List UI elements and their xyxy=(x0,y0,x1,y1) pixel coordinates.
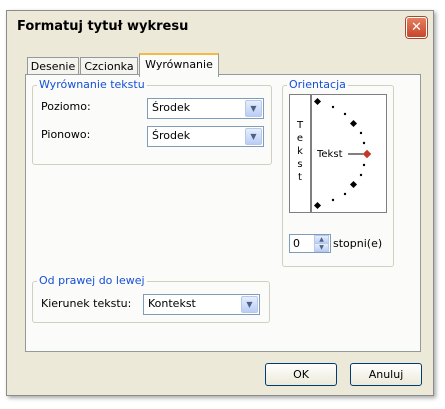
rtl-legend: Od prawej do lewej xyxy=(37,274,147,287)
horizontal-value: Środek xyxy=(152,101,191,114)
horizontal-select[interactable]: Środek ▼ xyxy=(147,98,264,119)
text-alignment-legend: Wyrównanie tekstu xyxy=(37,78,147,91)
chevron-down-icon[interactable]: ▼ xyxy=(314,243,329,252)
orientation-dial[interactable]: Tekst xyxy=(311,94,387,213)
close-icon: ✕ xyxy=(411,20,422,35)
degrees-spinner[interactable]: 0 ▲ ▼ xyxy=(289,234,331,253)
vertical-select[interactable]: Środek ▼ xyxy=(147,126,264,147)
vertical-text: T e k s t xyxy=(296,120,304,183)
ok-button[interactable]: OK xyxy=(265,363,337,386)
chevron-down-icon[interactable]: ▼ xyxy=(245,128,262,145)
chevron-down-icon[interactable]: ▼ xyxy=(245,100,262,117)
dialog-title: Formatuj tytuł wykresu xyxy=(17,19,189,34)
tab-wyrownanie[interactable]: Wyrównanie xyxy=(139,53,219,77)
tab-czcionka[interactable]: Czcionka xyxy=(80,57,138,75)
text-alignment-group: Wyrównanie tekstu Poziomo: Środek ▼ Pion… xyxy=(32,78,272,165)
degrees-label: stopni(e) xyxy=(333,237,383,250)
dialog-window: Formatuj tytuł wykresu ✕ Desenie Czcionk… xyxy=(6,10,434,396)
orientation-group: Orientacja T e k s t Tekst 0 ▲ ▼ stopni(… xyxy=(282,78,394,267)
direction-label: Kierunek tekstu: xyxy=(41,297,132,310)
tab-label: Desenie xyxy=(30,60,76,73)
horizontal-label: Poziomo: xyxy=(41,100,91,113)
chevron-down-icon[interactable]: ▼ xyxy=(241,296,258,313)
title-bar[interactable]: Formatuj tytuł wykresu ✕ xyxy=(7,11,433,41)
direction-select[interactable]: Kontekst ▼ xyxy=(143,294,260,315)
tab-panel-wyrownanie: Wyrównanie tekstu Poziomo: Środek ▼ Pion… xyxy=(25,74,421,352)
cancel-button[interactable]: Anuluj xyxy=(350,363,422,386)
tab-label: Czcionka xyxy=(84,60,134,73)
vertical-text-box[interactable]: T e k s t xyxy=(289,94,311,213)
orientation-legend: Orientacja xyxy=(287,78,348,91)
vertical-label: Pionowo: xyxy=(41,128,91,141)
tab-desenie[interactable]: Desenie xyxy=(27,57,79,75)
vertical-value: Środek xyxy=(152,129,191,142)
tab-label: Wyrównanie xyxy=(145,58,213,71)
rtl-group: Od prawej do lewej Kierunek tekstu: Kont… xyxy=(32,274,270,323)
close-button[interactable]: ✕ xyxy=(406,17,427,38)
direction-value: Kontekst xyxy=(148,297,196,310)
degrees-value: 0 xyxy=(293,237,300,250)
dial-label: Tekst xyxy=(317,149,343,160)
